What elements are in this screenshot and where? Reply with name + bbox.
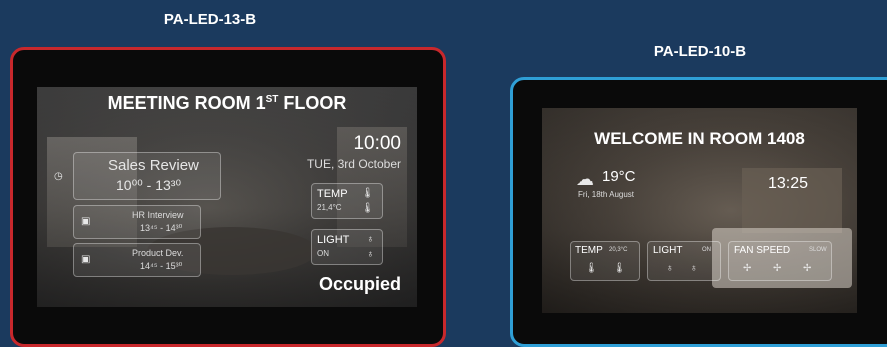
temp-value: 21,4°C [317, 203, 342, 212]
fan-icon: ✢ [743, 263, 752, 274]
temp-label: TEMP [575, 245, 603, 256]
bulb-icon: ♁ [366, 234, 375, 245]
upcoming-name: HR Interview [132, 210, 184, 220]
light-label: LIGHT [653, 245, 683, 256]
panel-device-13: MEETING ROOM 1ST FLOOR 10:00 TUE, 3rd Oc… [10, 47, 446, 347]
upcoming-meeting[interactable]: ▣ HR Interview 13⁴⁵ - 14³⁰ [73, 205, 201, 239]
thermometer-icon: 🌡 [361, 188, 374, 199]
room-title-sup: ST [265, 94, 279, 105]
weather-temp: 19°C [602, 168, 636, 185]
bulb-icon: ♁ [366, 249, 375, 260]
weather-date: Fri, 18th August [578, 190, 635, 199]
light-control[interactable]: LIGHT ON ♁ ♁ [647, 241, 721, 281]
room-title: MEETING ROOM 1ST FLOOR [37, 93, 417, 114]
fan-label: FAN SPEED [734, 245, 791, 256]
meeting-name: Sales Review [108, 157, 199, 174]
thermometer-icon: 🌡 [361, 203, 374, 214]
clock-time: 13:25 [768, 175, 809, 192]
fan-icon: ✢ [803, 263, 812, 274]
light-value: ON [702, 247, 711, 253]
bulb-icon: ♁ [690, 263, 698, 274]
fan-control[interactable]: FAN SPEED SLOW ✢ ✢ ✢ [728, 241, 832, 281]
light-control[interactable]: LIGHT ON ♁ ♁ [311, 229, 383, 265]
bulb-icon: ♁ [666, 263, 674, 274]
cloud-sun-icon: ☁ [576, 169, 594, 189]
thermometer-icon: 🌡 [585, 263, 598, 274]
clock-date: TUE, 3rd October [306, 157, 401, 171]
temp-control[interactable]: TEMP 20,3°C 🌡 🌡 [570, 241, 640, 281]
room-title: WELCOME IN ROOM 1408 [594, 129, 805, 148]
light-label: LIGHT [317, 234, 350, 246]
temp-label: TEMP [317, 188, 348, 200]
room-title-end: FLOOR [278, 93, 347, 113]
upcoming-time: 13⁴⁵ - 14³⁰ [140, 223, 183, 233]
current-meeting-card[interactable]: ◷ Sales Review 10⁰⁰ - 13³⁰ [54, 152, 221, 200]
room-screen-b: WELCOME IN ROOM 1408 ☁ 19°C Fri, 18th Au… [542, 108, 857, 313]
light-value: ON [317, 249, 329, 258]
device-label-a: PA-LED-13-B [163, 11, 257, 28]
upcoming-time: 14⁴⁵ - 15³⁰ [140, 261, 183, 271]
room-status: Occupied [318, 274, 401, 294]
panel-device-10: WELCOME IN ROOM 1408 ☁ 19°C Fri, 18th Au… [510, 77, 887, 347]
calendar-icon: ▣ [81, 254, 91, 265]
temp-value: 20,3°C [609, 247, 628, 253]
room-title-main: MEETING ROOM 1 [107, 93, 266, 113]
clock-time: 10:00 [353, 133, 401, 154]
room-screen-a: MEETING ROOM 1ST FLOOR 10:00 TUE, 3rd Oc… [37, 87, 417, 307]
calendar-icon: ▣ [81, 216, 91, 227]
meeting-time: 10⁰⁰ - 13³⁰ [116, 177, 182, 193]
upcoming-meeting[interactable]: ▣ Product Dev. 14⁴⁵ - 15³⁰ [73, 243, 201, 277]
device-label-b: PA-LED-10-B [653, 43, 747, 60]
fan-icon: ✢ [773, 263, 782, 274]
clock-icon: ◷ [54, 171, 63, 182]
upcoming-name: Product Dev. [132, 248, 184, 258]
thermometer-icon: 🌡 [613, 263, 626, 274]
fan-value: SLOW [809, 247, 827, 253]
temp-control[interactable]: TEMP 21,4°C 🌡 🌡 [311, 183, 383, 219]
